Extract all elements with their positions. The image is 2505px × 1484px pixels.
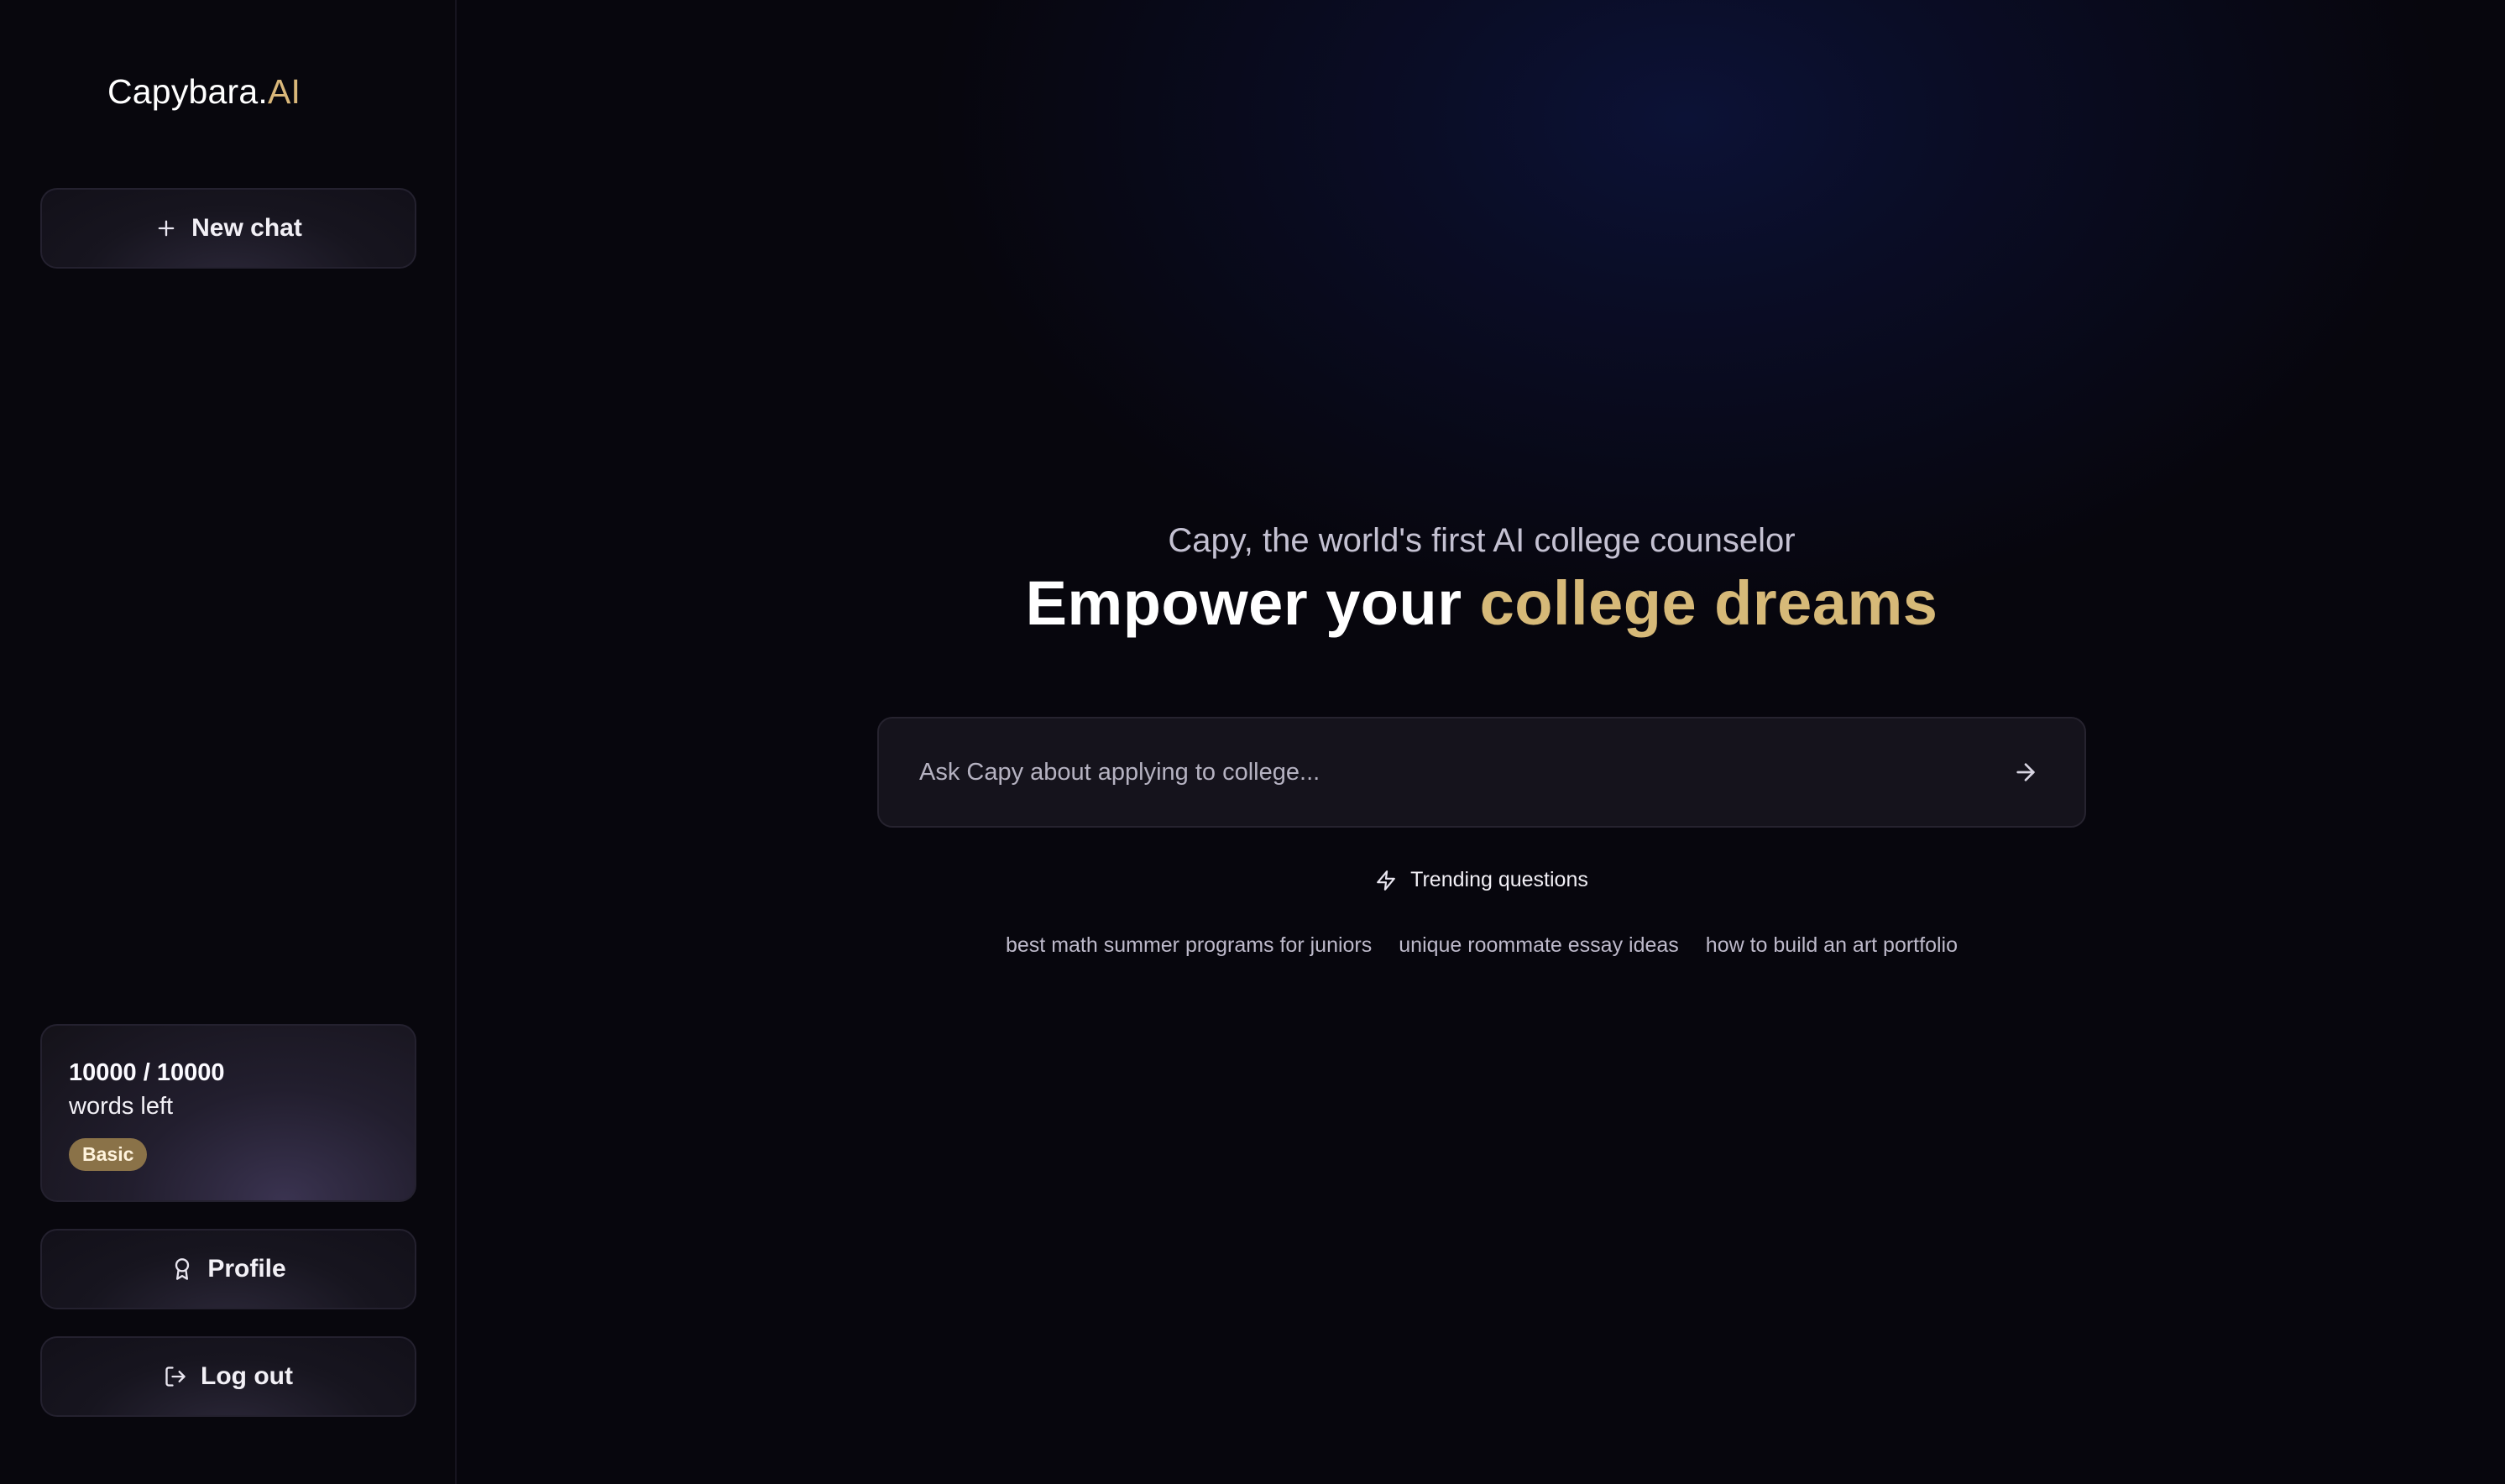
trending-label: Trending questions (1410, 868, 1588, 891)
usage-card: 10000 / 10000 words left Basic (40, 1024, 416, 1202)
lightning-icon (1377, 870, 1395, 891)
brand-name: Capybara. (107, 72, 268, 111)
plus-icon (158, 220, 175, 237)
logout-icon (165, 1366, 186, 1387)
headline-plain: Empower your (1025, 568, 1480, 638)
hero-subtitle: Capy, the world's first AI college couns… (1168, 522, 1796, 559)
usage-label: words left (69, 1093, 174, 1120)
trending-questions: best math summer programs for juniors un… (458, 933, 2505, 958)
trending-header: Trending questions (458, 868, 2505, 892)
new-chat-button[interactable]: New chat (40, 188, 416, 269)
trending-question[interactable]: how to build an art portfolio (1706, 933, 1958, 958)
new-chat-label: New chat (191, 214, 302, 242)
sidebar: Capybara.AI New chat 10000 / 10000 words… (0, 0, 457, 1484)
trending-question[interactable]: best math summer programs for juniors (1006, 933, 1372, 958)
arrow-right-icon[interactable] (2012, 759, 2039, 786)
brand-accent: AI (267, 72, 301, 111)
search-input[interactable] (919, 718, 1977, 826)
logout-button[interactable]: Log out (40, 1336, 416, 1417)
profile-label: Profile (207, 1255, 286, 1283)
profile-button[interactable]: Profile (40, 1229, 416, 1309)
usage-count: 10000 / 10000 (69, 1059, 225, 1086)
brand-logo[interactable]: Capybara.AI (107, 72, 301, 112)
award-icon (175, 1258, 190, 1280)
main-panel: Capy, the world's first AI college couns… (458, 0, 2505, 1484)
hero-headline: Empower your college dreams (458, 567, 2505, 639)
app-root: Capybara.AI New chat 10000 / 10000 words… (0, 0, 2505, 1484)
headline-highlight: college dreams (1479, 568, 1938, 638)
plan-badge: Basic (69, 1138, 148, 1171)
search-box (877, 717, 2086, 828)
trending-question[interactable]: unique roommate essay ideas (1399, 933, 1679, 958)
logout-label: Log out (201, 1362, 293, 1390)
